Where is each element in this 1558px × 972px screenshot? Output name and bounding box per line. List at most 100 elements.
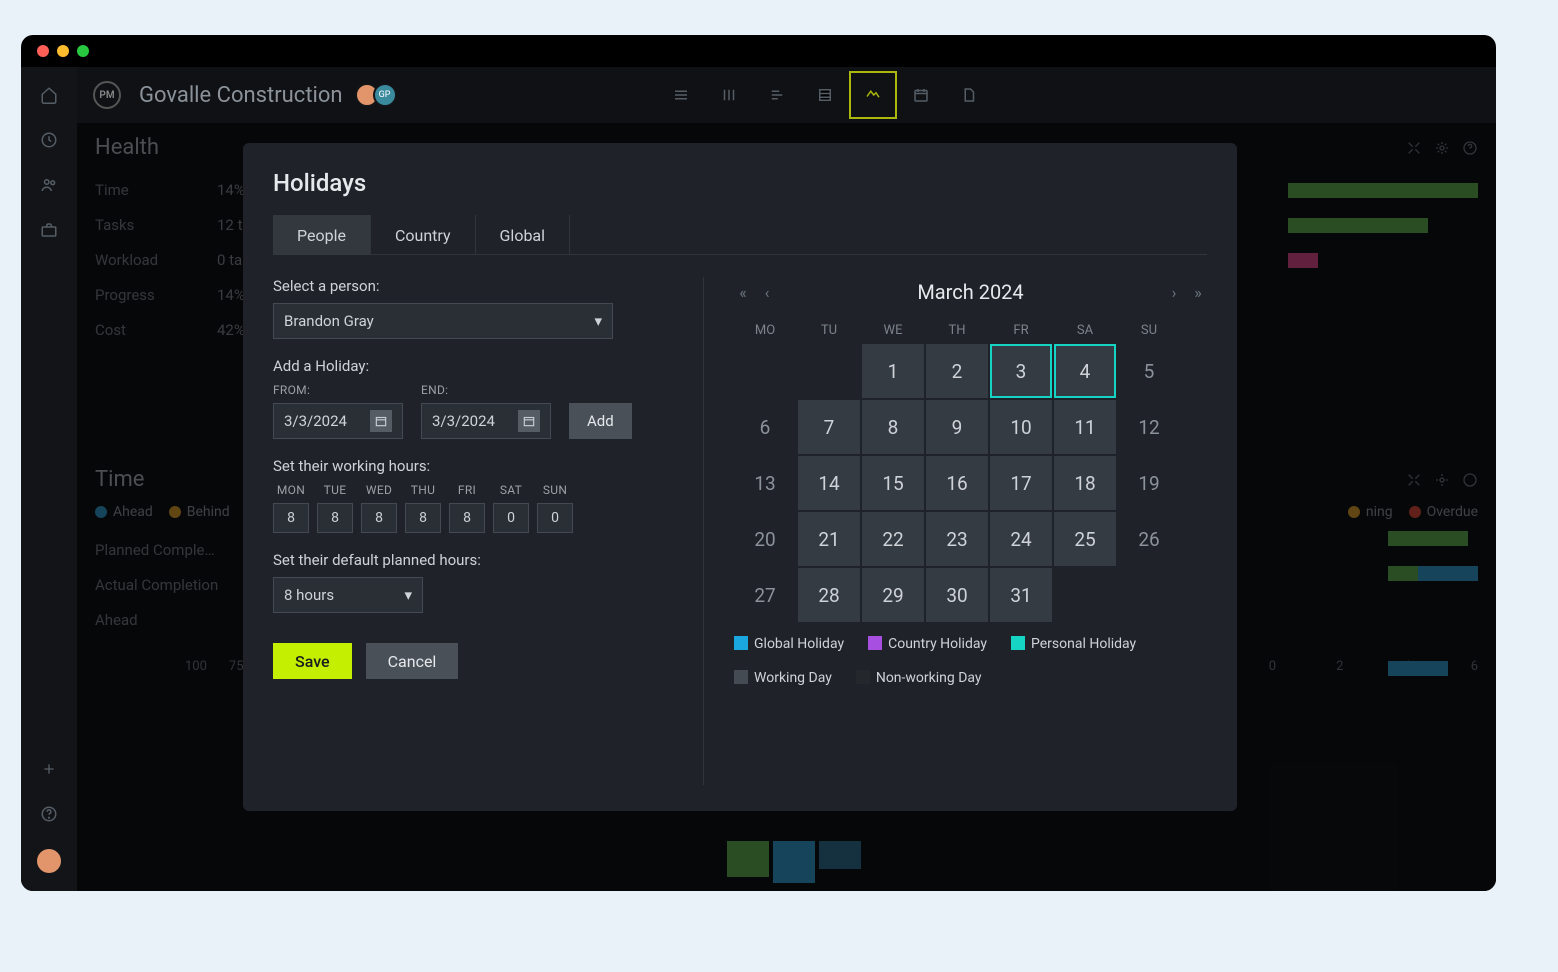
calendar-day[interactable]: 2 — [926, 344, 988, 398]
holidays-modal: Holidays People Country Global Select a … — [243, 143, 1237, 811]
day-hours-input[interactable] — [493, 503, 529, 533]
calendar-day[interactable]: 17 — [990, 456, 1052, 510]
help-icon[interactable] — [39, 804, 59, 824]
calendar-day[interactable]: 19 — [1118, 456, 1180, 510]
left-rail — [21, 67, 77, 891]
calendar-day[interactable]: 15 — [862, 456, 924, 510]
calendar-day[interactable]: 24 — [990, 512, 1052, 566]
day-hours-input[interactable] — [449, 503, 485, 533]
calendar-day[interactable]: 13 — [734, 456, 796, 510]
planned-hours-select[interactable]: 8 hours ▾ — [273, 577, 423, 613]
calendar-day[interactable]: 12 — [1118, 400, 1180, 454]
topbar: PM Govalle Construction GP — [77, 67, 1496, 123]
view-file-icon[interactable] — [945, 71, 993, 119]
working-hours-label: Set their working hours: — [273, 457, 673, 475]
cancel-button[interactable]: Cancel — [366, 643, 459, 679]
calendar-day[interactable]: 7 — [798, 400, 860, 454]
home-icon[interactable] — [39, 85, 59, 105]
calendar-legend: Global HolidayCountry HolidayPersonal Ho… — [734, 636, 1207, 686]
calendar-day[interactable]: 18 — [1054, 456, 1116, 510]
view-dashboard-icon[interactable] — [849, 71, 897, 119]
next-year-icon[interactable]: » — [1189, 283, 1207, 301]
modal-left-panel: Select a person: Brandon Gray ▾ Add a Ho… — [273, 277, 673, 785]
calendar-day[interactable]: 29 — [862, 568, 924, 622]
day-abbr: MON — [277, 483, 305, 497]
app-window: PM Govalle Construction GP — [21, 35, 1496, 891]
calendar-day[interactable]: 14 — [798, 456, 860, 510]
calendar-day[interactable]: 11 — [1054, 400, 1116, 454]
calendar-day[interactable]: 16 — [926, 456, 988, 510]
calendar-day[interactable]: 23 — [926, 512, 988, 566]
calendar-day[interactable]: 30 — [926, 568, 988, 622]
calendar-day[interactable]: 8 — [862, 400, 924, 454]
modal-tabs: People Country Global — [273, 215, 1207, 255]
app-logo-icon[interactable]: PM — [93, 81, 121, 109]
briefcase-icon[interactable] — [39, 220, 59, 240]
calendar-day[interactable]: 20 — [734, 512, 796, 566]
view-sheet-icon[interactable] — [801, 71, 849, 119]
day-abbr: SAT — [500, 483, 522, 497]
window-close-icon[interactable] — [37, 45, 49, 57]
end-date-input[interactable] — [421, 403, 551, 439]
plus-icon[interactable] — [39, 759, 59, 779]
calendar-day[interactable]: 31 — [990, 568, 1052, 622]
calendar-day[interactable]: 26 — [1118, 512, 1180, 566]
window-titlebar — [21, 35, 1496, 67]
view-board-icon[interactable] — [753, 71, 801, 119]
day-hours-input[interactable] — [537, 503, 573, 533]
calendar-day[interactable]: 22 — [862, 512, 924, 566]
calendar-day[interactable]: 25 — [1054, 512, 1116, 566]
day-hours-input[interactable] — [361, 503, 397, 533]
day-hours-input[interactable] — [273, 503, 309, 533]
team-icon[interactable] — [39, 175, 59, 195]
view-switcher — [657, 71, 993, 119]
next-month-icon[interactable]: › — [1165, 283, 1183, 301]
calendar-day[interactable]: 10 — [990, 400, 1052, 454]
end-label: END: — [421, 383, 551, 397]
prev-year-icon[interactable]: « — [734, 283, 752, 301]
view-gantt-icon[interactable] — [705, 71, 753, 119]
day-abbr: TUE — [324, 483, 347, 497]
calendar-day[interactable]: 28 — [798, 568, 860, 622]
window-zoom-icon[interactable] — [77, 45, 89, 57]
calendar-day[interactable]: 21 — [798, 512, 860, 566]
clock-icon[interactable] — [39, 130, 59, 150]
prev-month-icon[interactable]: ‹ — [758, 283, 776, 301]
calendar-month: March 2024 — [917, 280, 1023, 304]
tab-global[interactable]: Global — [476, 215, 571, 255]
calendar-day[interactable]: 1 — [862, 344, 924, 398]
modal-title: Holidays — [273, 169, 1207, 197]
calendar-day[interactable]: 27 — [734, 568, 796, 622]
tab-people[interactable]: People — [273, 215, 371, 255]
add-button[interactable]: Add — [569, 403, 632, 439]
day-hours-input[interactable] — [405, 503, 441, 533]
calendar-day[interactable]: 9 — [926, 400, 988, 454]
user-avatar[interactable] — [37, 849, 61, 873]
save-button[interactable]: Save — [273, 643, 352, 679]
calendar-icon[interactable] — [370, 410, 392, 432]
calendar-dow: MOTUWETHFRSASU — [734, 323, 1207, 338]
calendar-day[interactable]: 6 — [734, 400, 796, 454]
calendar-day[interactable]: 3 — [990, 344, 1052, 398]
from-date-input[interactable] — [273, 403, 403, 439]
day-hours-input[interactable] — [317, 503, 353, 533]
day-abbr: THU — [411, 483, 435, 497]
window-minimize-icon[interactable] — [57, 45, 69, 57]
tab-country[interactable]: Country — [371, 215, 476, 255]
member-avatars[interactable]: GP — [361, 83, 397, 107]
day-abbr: FRI — [458, 483, 476, 497]
chevron-down-icon: ▾ — [404, 586, 412, 604]
planned-hours-label: Set their default planned hours: — [273, 551, 673, 569]
calendar-icon[interactable] — [518, 410, 540, 432]
person-select[interactable]: Brandon Gray ▾ — [273, 303, 613, 339]
project-title: Govalle Construction — [139, 83, 343, 108]
modal-calendar-panel: « ‹ March 2024 › » MOTUWETHFRSASU 123456… — [703, 277, 1207, 785]
add-holiday-label: Add a Holiday: — [273, 357, 673, 375]
view-list-icon[interactable] — [657, 71, 705, 119]
view-calendar-icon[interactable] — [897, 71, 945, 119]
day-abbr: WED — [366, 483, 392, 497]
calendar-day[interactable]: 4 — [1054, 344, 1116, 398]
calendar-day[interactable]: 5 — [1118, 344, 1180, 398]
calendar-grid: 1234567891011121314151617181920212223242… — [734, 344, 1207, 622]
select-person-label: Select a person: — [273, 277, 673, 295]
